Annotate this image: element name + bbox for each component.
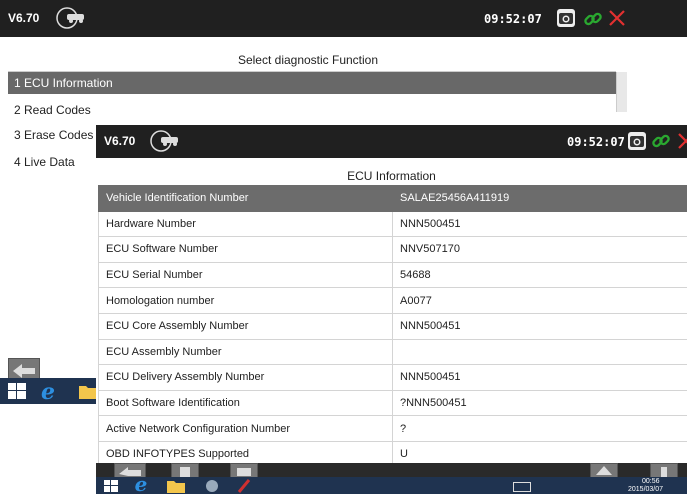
ecu-clock: 09:52:07 bbox=[567, 135, 625, 149]
table-row[interactable]: Vehicle Identification NumberSALAE25456A… bbox=[99, 186, 687, 212]
row-value: 54688 bbox=[393, 262, 687, 288]
main-topbar: V6.70 09:52:07 bbox=[0, 0, 687, 37]
row-value bbox=[393, 339, 687, 365]
row-label: Hardware Number bbox=[99, 211, 393, 237]
tray-date: 2015/03/07 bbox=[628, 486, 663, 493]
menu-item-ecu-information[interactable]: 1 ECU Information bbox=[8, 72, 616, 94]
ecu-close-icon[interactable] bbox=[677, 132, 687, 150]
ecu-title: ECU Information bbox=[96, 169, 687, 183]
ecu-version-label: V6.70 bbox=[104, 134, 135, 148]
svg-text:e: e bbox=[41, 379, 55, 403]
ecu-link-icon[interactable] bbox=[651, 131, 671, 151]
row-label: ECU Delivery Assembly Number bbox=[99, 365, 393, 391]
taskbar-main: e bbox=[0, 378, 98, 404]
clock: 09:52:07 bbox=[484, 12, 542, 26]
table-row[interactable]: ECU Serial Number54688 bbox=[99, 262, 687, 288]
table-row[interactable]: Active Network Configuration Number? bbox=[99, 416, 687, 442]
table-row[interactable]: ECU Software NumberNNV507170 bbox=[99, 237, 687, 263]
row-label: ECU Software Number bbox=[99, 237, 393, 263]
version-label: V6.70 bbox=[8, 11, 39, 25]
row-value: SALAE25456A411919 bbox=[393, 186, 687, 212]
ecu-camera-icon[interactable] bbox=[628, 132, 646, 150]
row-label: ECU Core Assembly Number bbox=[99, 313, 393, 339]
row-label: ECU Assembly Number bbox=[99, 339, 393, 365]
row-value: ?NNN500451 bbox=[393, 390, 687, 416]
svg-text:e: e bbox=[135, 473, 148, 495]
ecu-windows-logo-icon[interactable] bbox=[104, 480, 118, 492]
table-row[interactable]: ECU Assembly Number bbox=[99, 339, 687, 365]
windows-logo-icon[interactable] bbox=[8, 383, 26, 399]
ie-icon[interactable]: e bbox=[36, 379, 60, 403]
row-label: Homologation number bbox=[99, 288, 393, 314]
table-row[interactable]: ECU Delivery Assembly NumberNNN500451 bbox=[99, 365, 687, 391]
row-value: NNN500451 bbox=[393, 365, 687, 391]
keyboard-icon[interactable] bbox=[513, 481, 531, 491]
ecu-taskbar: e 00:56 2015/03/07 bbox=[96, 477, 687, 494]
table-row[interactable]: ECU Core Assembly NumberNNN500451 bbox=[99, 313, 687, 339]
ecu-topbar: V6.70 09:52:07 bbox=[96, 125, 687, 158]
ecu-app-icon[interactable] bbox=[204, 479, 220, 493]
ecu-ie-icon[interactable]: e bbox=[130, 473, 152, 495]
row-value: NNV507170 bbox=[393, 237, 687, 263]
table-row[interactable]: Boot Software Identification?NNN500451 bbox=[99, 390, 687, 416]
up-arrow-icon bbox=[591, 464, 617, 478]
menu-scrollbar[interactable] bbox=[616, 72, 627, 112]
ecu-info-table: Vehicle Identification NumberSALAE25456A… bbox=[98, 185, 687, 468]
table-row[interactable]: Hardware NumberNNN500451 bbox=[99, 211, 687, 237]
row-label: Vehicle Identification Number bbox=[99, 186, 393, 212]
row-value: NNN500451 bbox=[393, 211, 687, 237]
row-value: ? bbox=[393, 416, 687, 442]
camera-icon[interactable] bbox=[557, 9, 575, 27]
vin-car-icon[interactable] bbox=[55, 6, 89, 30]
link-icon[interactable] bbox=[583, 9, 603, 29]
ecu-folder-icon[interactable] bbox=[166, 479, 186, 493]
row-label: Boot Software Identification bbox=[99, 390, 393, 416]
row-value: NNN500451 bbox=[393, 313, 687, 339]
ecu-tool-icon[interactable] bbox=[236, 478, 252, 494]
menu-title: Select diagnostic Function bbox=[0, 53, 616, 67]
tray-clock: 00:56 bbox=[642, 478, 660, 485]
row-label: ECU Serial Number bbox=[99, 262, 393, 288]
ecu-vin-car-icon[interactable] bbox=[149, 129, 183, 153]
row-value: A0077 bbox=[393, 288, 687, 314]
close-icon[interactable] bbox=[608, 9, 626, 27]
table-row[interactable]: Homologation numberA0077 bbox=[99, 288, 687, 314]
menu-item-read-codes[interactable]: 2 Read Codes bbox=[8, 99, 616, 121]
row-label: Active Network Configuration Number bbox=[99, 416, 393, 442]
folder-icon[interactable] bbox=[78, 383, 98, 400]
